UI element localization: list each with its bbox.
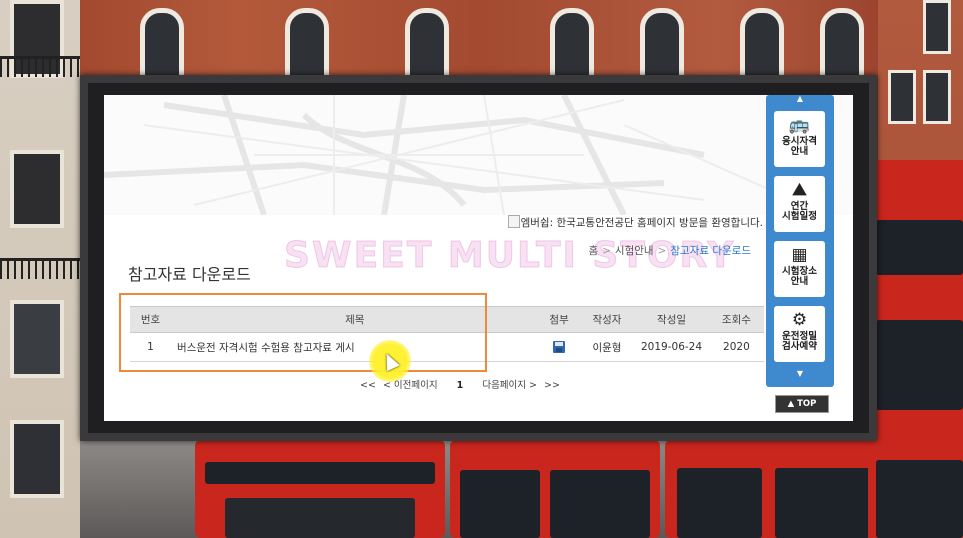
last-page-link[interactable]: >> [544, 380, 560, 391]
first-page-link[interactable]: << [360, 380, 376, 391]
bus-center [450, 440, 660, 538]
breadcrumb: 홈 > 시험안내 > 참고자료 다운로드 [588, 243, 751, 258]
current-page[interactable]: 1 [457, 380, 464, 391]
broken-image-icon [507, 215, 520, 228]
row-date: 2019-06-24 [634, 332, 709, 362]
header-date: 작성일 [634, 306, 709, 333]
map-header-decoration [104, 95, 853, 215]
building-icon: ▦ [791, 245, 808, 265]
page-title: 참고자료 다운로드 [128, 265, 251, 284]
bus-left [195, 440, 445, 538]
road-icon: ⛰ [792, 180, 807, 200]
quick-item-eligibility[interactable]: 🚌 응시자격 안내 [774, 111, 825, 167]
header-views: 조회수 [708, 306, 764, 333]
row-author: 이윤형 [579, 332, 635, 362]
quick-menu-up-arrow[interactable]: ▲ [766, 94, 834, 103]
highlight-box [119, 293, 487, 372]
breadcrumb-separator: > [602, 245, 611, 257]
header-author: 작성자 [579, 306, 635, 333]
header-attachment: 첨부 [538, 306, 580, 333]
breadcrumb-current: 참고자료 다운로드 [670, 245, 751, 257]
top-button[interactable]: ▲ TOP [775, 395, 829, 413]
welcome-alt-text: 엠버쉽 [520, 217, 550, 229]
quick-item-reservation[interactable]: ⚙ 운전정밀 검사예약 [774, 306, 825, 362]
welcome-text: : 한국교통안전공단 홈페이지 방문을 환영합니다. [549, 217, 763, 229]
floppy-disk-icon[interactable] [553, 341, 566, 353]
quick-menu-down-arrow[interactable]: ▼ [766, 369, 834, 378]
building-top [80, 0, 878, 80]
quick-menu: ▲ 🚌 응시자격 안내 ⛰ 연간 시험일정 ▦ 시험장소 안내 ⚙ 운전정밀 검… [766, 94, 834, 387]
welcome-message: 엠버쉽: 한국교통안전공단 홈페이지 방문을 환영합니다. [507, 215, 763, 230]
bus-icon: 🚌 [788, 115, 811, 135]
attachment-cell [538, 332, 580, 362]
street [80, 440, 878, 538]
quick-item-location[interactable]: ▦ 시험장소 안내 [774, 241, 825, 297]
breadcrumb-parent[interactable]: 시험안내 [615, 245, 654, 257]
next-page-link[interactable]: 다음페이지 > [482, 380, 537, 391]
quick-item-schedule[interactable]: ⛰ 연간 시험일정 [774, 176, 825, 232]
gear-icon: ⚙ [791, 310, 808, 330]
bus-right [868, 160, 963, 538]
building-left [0, 0, 80, 538]
breadcrumb-home[interactable]: 홈 [588, 245, 598, 257]
breadcrumb-separator: > [657, 245, 667, 257]
row-views: 2020 [708, 332, 764, 362]
bus-mid-right [665, 440, 878, 538]
webpage: SWEET MULTI STORY 엠버쉽: 한국교통안전공단 홈페이지 방문을… [104, 95, 853, 421]
